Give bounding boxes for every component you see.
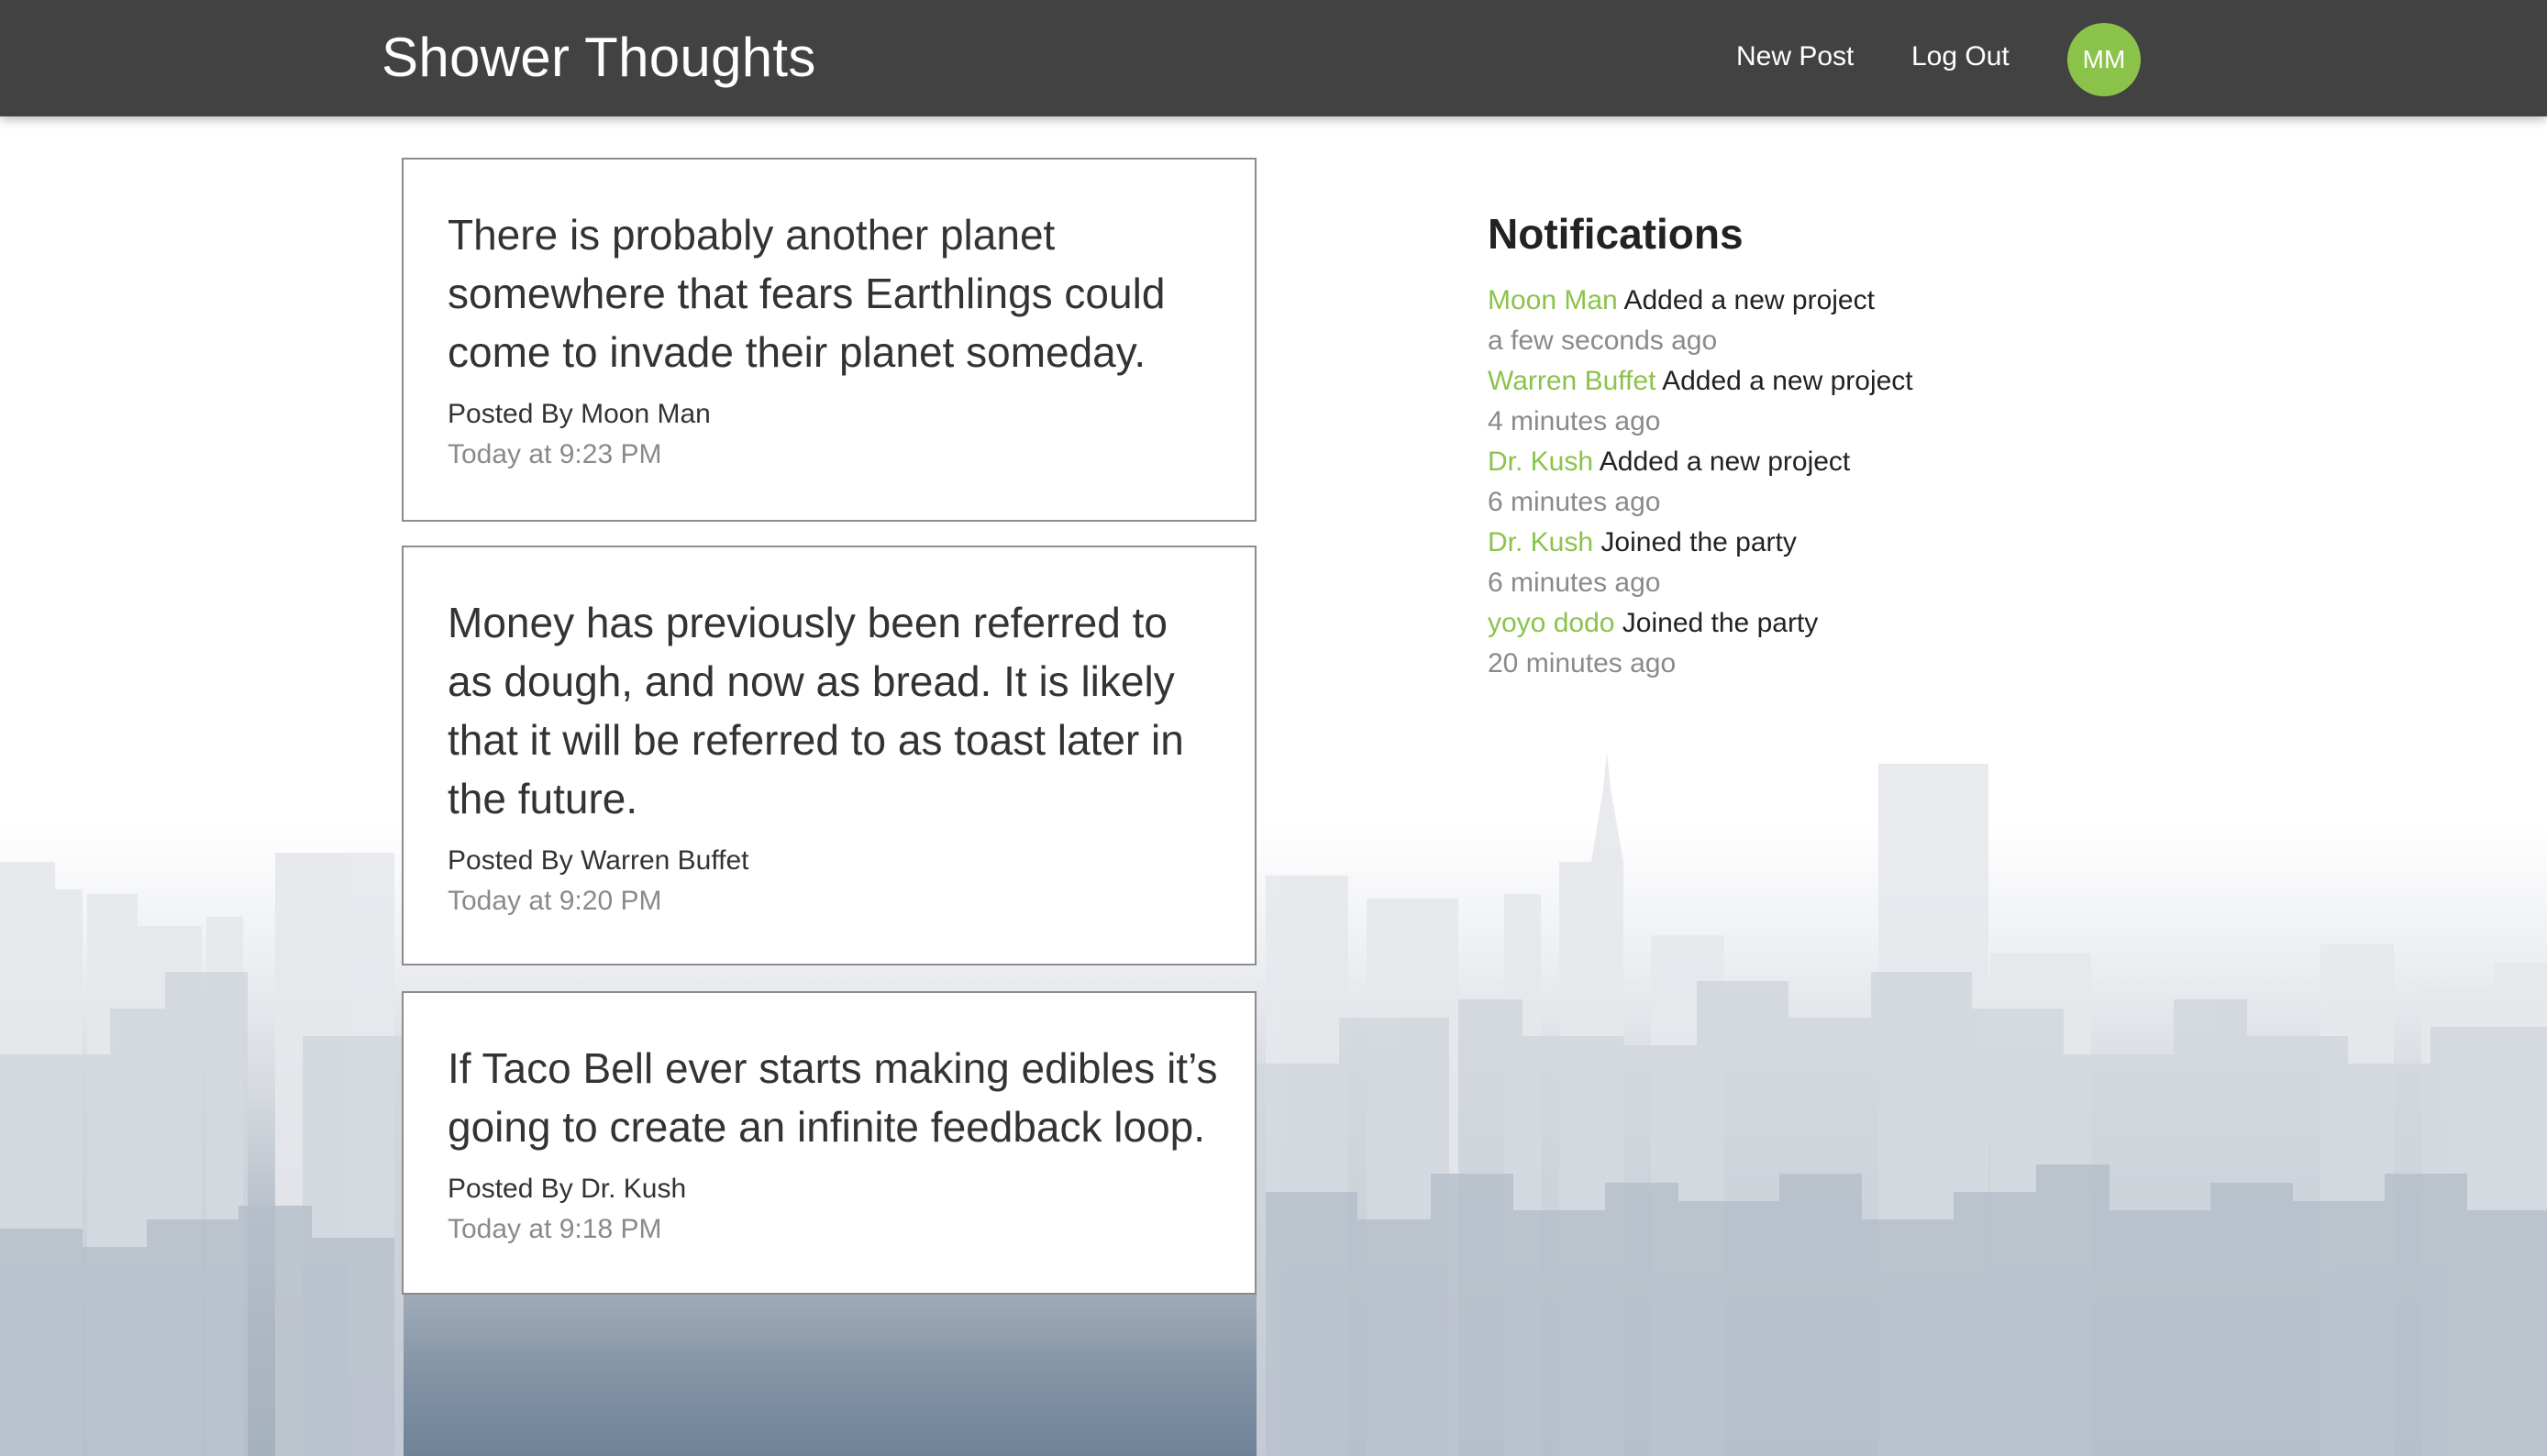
notification-time: a few seconds ago	[1488, 325, 1718, 356]
post-card: There is probably another planet somewhe…	[402, 158, 1257, 522]
post-text: Money has previously been referred to as…	[448, 599, 1184, 822]
notification-action: Added a new project	[1623, 285, 1875, 315]
notifications-title: Notifications	[1488, 210, 1744, 258]
log-out-link[interactable]: Log Out	[1911, 39, 2010, 75]
post-author: Posted By Warren Buffet	[448, 845, 749, 876]
notification-action: Added a new project	[1599, 447, 1851, 477]
post-text: There is probably another planet somewhe…	[448, 211, 1166, 376]
notification-user-link[interactable]: Warren Buffet	[1488, 366, 1656, 396]
notification-item: Dr. Kush Added a new project 6 minutes a…	[1488, 442, 2221, 523]
notification-user-link[interactable]: Moon Man	[1488, 285, 1618, 315]
notification-user-link[interactable]: Dr. Kush	[1488, 527, 1593, 557]
user-avatar[interactable]: MM	[2067, 23, 2141, 96]
notification-line: Moon Man Added a new project	[1488, 281, 2221, 321]
post-text: If Taco Bell ever starts making edibles …	[448, 1044, 1218, 1151]
post-author: Posted By Moon Man	[448, 399, 711, 429]
post-card: If Taco Bell ever starts making edibles …	[402, 991, 1257, 1295]
notification-item: yoyo dodo Joined the party 20 minutes ag…	[1488, 603, 2221, 684]
new-post-link[interactable]: New Post	[1736, 39, 1854, 75]
notification-line: Dr. Kush Joined the party	[1488, 523, 2221, 563]
notification-action: Added a new project	[1662, 366, 1913, 396]
notification-action: Joined the party	[1600, 527, 1797, 557]
notification-time: 6 minutes ago	[1488, 568, 1661, 598]
brand-title[interactable]: Shower Thoughts	[382, 22, 816, 94]
notification-time: 20 minutes ago	[1488, 648, 1677, 678]
notification-time: 6 minutes ago	[1488, 487, 1661, 517]
notification-line: yoyo dodo Joined the party	[1488, 603, 2221, 644]
post-timestamp: Today at 9:18 PM	[448, 1214, 662, 1244]
post-timestamp: Today at 9:23 PM	[448, 439, 662, 469]
notification-item: Moon Man Added a new project a few secon…	[1488, 281, 2221, 361]
notification-line: Warren Buffet Added a new project	[1488, 361, 2221, 402]
notifications-panel: Notifications Moon Man Added a new proje…	[1488, 204, 2221, 684]
top-navbar: Shower Thoughts New Post Log Out MM	[0, 0, 2547, 116]
post-card: Money has previously been referred to as…	[402, 546, 1257, 965]
post-author: Posted By Dr. Kush	[448, 1174, 687, 1204]
notification-time: 4 minutes ago	[1488, 406, 1661, 436]
post-timestamp: Today at 9:20 PM	[448, 886, 662, 916]
notification-item: Dr. Kush Joined the party 6 minutes ago	[1488, 523, 2221, 603]
notification-user-link[interactable]: yoyo dodo	[1488, 608, 1614, 638]
notification-action: Joined the party	[1622, 608, 1819, 638]
notification-user-link[interactable]: Dr. Kush	[1488, 447, 1593, 477]
notification-item: Warren Buffet Added a new project 4 minu…	[1488, 361, 2221, 442]
notification-line: Dr. Kush Added a new project	[1488, 442, 2221, 482]
page: Shower Thoughts New Post Log Out MM Ther…	[0, 0, 2547, 1456]
